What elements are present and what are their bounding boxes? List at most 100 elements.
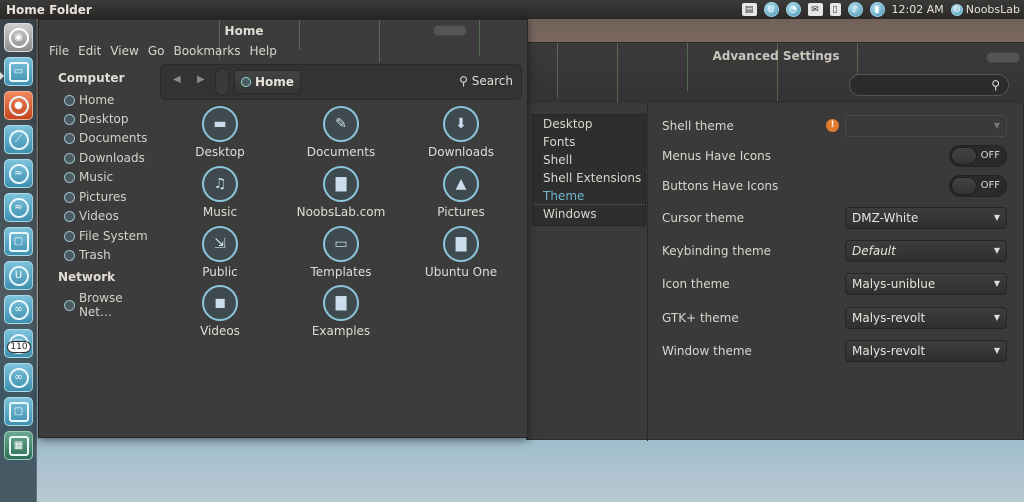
- chevron-down-icon: ▼: [993, 346, 1000, 355]
- mail-icon[interactable]: ✉: [807, 3, 823, 16]
- folder-item-documents[interactable]: ✎ Documents: [281, 106, 401, 159]
- gtk-theme-value: Malys-revolt: [852, 311, 926, 325]
- location-home-button[interactable]: Home: [234, 70, 301, 94]
- folder-name: NoobsLab.com: [296, 205, 386, 219]
- search-icon: ⚲: [991, 78, 1000, 92]
- adv-divider: [647, 103, 648, 441]
- settings-search-input[interactable]: ⚲: [849, 74, 1009, 96]
- icon-theme-dropdown[interactable]: Malys-uniblue ▼: [845, 273, 1007, 295]
- sidebar-item-label: Documents: [79, 131, 148, 145]
- window-theme-row: Window theme Malys-revolt ▼: [662, 340, 1007, 364]
- buttons-have-icons-row: Buttons Have Icons OFF: [662, 175, 1007, 199]
- window-controls[interactable]: [986, 52, 1020, 63]
- firefox-icon[interactable]: ●: [4, 91, 33, 120]
- window-theme-dropdown[interactable]: Malys-revolt ▼: [845, 340, 1007, 362]
- sidebar-item-downloads[interactable]: Downloads: [64, 151, 145, 165]
- folder-item-pictures[interactable]: ▲ Pictures: [401, 166, 521, 219]
- clock[interactable]: 12:02 AM: [892, 3, 944, 16]
- adv-sidebar-item-fonts[interactable]: Fonts: [533, 133, 645, 151]
- sidebar-item-file-system[interactable]: File System: [64, 229, 148, 243]
- folder-item-music[interactable]: ♫ Music: [160, 166, 280, 219]
- sidebar-item-desktop[interactable]: Desktop: [64, 112, 129, 126]
- menus-have-icons-toggle[interactable]: OFF: [949, 145, 1007, 167]
- network-icon[interactable]: ◔: [785, 2, 801, 17]
- adv-sidebar-item-windows[interactable]: Windows: [533, 205, 645, 223]
- user-menu[interactable]: ⏻ NoobsLab: [950, 3, 1020, 16]
- window-title: Home: [224, 24, 264, 38]
- shell-theme-dropdown[interactable]: ▼: [845, 115, 1007, 137]
- folder-name: Documents: [306, 145, 376, 159]
- app-icon-8[interactable]: ▢: [4, 397, 33, 426]
- menu-go[interactable]: Go: [148, 44, 165, 58]
- folder-name: Pictures: [437, 205, 485, 219]
- clipboard-icon[interactable]: ▯: [829, 3, 841, 16]
- back-icon[interactable]: ◀: [173, 74, 181, 85]
- cursor-theme-value: DMZ-White: [852, 211, 919, 225]
- adv-sidebar-item-theme[interactable]: Theme: [533, 187, 645, 205]
- app-icon-5[interactable]: ∞: [4, 295, 33, 324]
- search-button[interactable]: ⚲ Search: [459, 74, 513, 88]
- folder-item-examples[interactable]: ▇ Examples: [281, 285, 401, 338]
- gtk-theme-dropdown[interactable]: Malys-revolt ▼: [845, 307, 1007, 329]
- sidebar-item-trash[interactable]: Trash: [64, 248, 111, 262]
- sidebar-item-pictures[interactable]: Pictures: [64, 190, 127, 204]
- forward-icon[interactable]: ▶: [197, 74, 205, 85]
- adv-sidebar-item-shell[interactable]: Shell: [533, 151, 645, 169]
- keyboard-indicator-icon[interactable]: ▤: [741, 3, 757, 16]
- location-toolbar: ◀ ▶ Home ⚲ Search: [160, 64, 522, 100]
- app-icon-1[interactable]: ⟋: [4, 125, 33, 154]
- desktop-folder-icon: ▬: [202, 106, 238, 142]
- app-icon-2[interactable]: ≈: [4, 159, 33, 188]
- file-system-icon: [64, 230, 75, 242]
- sidebar-item-documents[interactable]: Documents: [64, 131, 147, 145]
- sidebar-item-browse-network[interactable]: Browse Net…: [64, 291, 159, 319]
- buttons-have-icons-toggle[interactable]: OFF: [949, 175, 1007, 197]
- folder-item-desktop[interactable]: ▬ Desktop: [160, 106, 280, 159]
- menu-view[interactable]: View: [110, 44, 138, 58]
- chevron-down-icon: ▼: [993, 246, 1000, 255]
- workspace-switcher-icon[interactable]: ▦: [4, 431, 33, 460]
- folder-name: Desktop: [195, 145, 245, 159]
- sound-icon[interactable]: ♪: [847, 2, 863, 17]
- app-icon-3[interactable]: ≈: [4, 193, 33, 222]
- files-icon[interactable]: ▭: [4, 57, 33, 86]
- ubuntu-one-icon[interactable]: U: [4, 261, 33, 290]
- menu-help[interactable]: Help: [250, 44, 277, 58]
- user-name: NoobsLab: [965, 3, 1020, 16]
- menu-file[interactable]: File: [49, 44, 69, 58]
- folder-name: Videos: [200, 324, 240, 338]
- adv-sidebar-item-desktop[interactable]: Desktop: [533, 115, 645, 133]
- folder-item-templates[interactable]: ▭ Templates: [281, 226, 401, 279]
- sidebar-item-music[interactable]: Music: [64, 170, 113, 184]
- window-controls[interactable]: [433, 25, 467, 36]
- app-icon-7[interactable]: ∞: [4, 363, 33, 392]
- shell-theme-label: Shell theme: [662, 119, 734, 133]
- sidebar-item-label: Home: [79, 93, 115, 107]
- sidebar-item-label: Desktop: [79, 112, 129, 126]
- section-title-network: Network: [58, 270, 116, 284]
- path-bar-toggle[interactable]: [215, 68, 229, 96]
- dash-home-icon[interactable]: ◉: [4, 23, 33, 52]
- app-icon-4[interactable]: ▢: [4, 227, 33, 256]
- folder-item-noobslab[interactable]: ▇ NoobsLab.com: [281, 166, 401, 219]
- sidebar-item-home[interactable]: Home: [64, 93, 114, 107]
- battery-icon[interactable]: ▮: [869, 2, 885, 17]
- keybinding-theme-dropdown[interactable]: Default ▼: [845, 240, 1007, 262]
- music-folder-icon: ♫: [202, 166, 238, 202]
- home-icon: [64, 94, 75, 106]
- cursor-theme-dropdown[interactable]: DMZ-White ▼: [845, 207, 1007, 229]
- folder-item-videos[interactable]: ◼ Videos: [160, 285, 280, 338]
- adv-sidebar-item-shell-extensions[interactable]: Shell Extensions: [533, 169, 645, 187]
- folder-item-public[interactable]: ⇲ Public: [160, 226, 280, 279]
- menu-edit[interactable]: Edit: [78, 44, 101, 58]
- cursor-theme-row: Cursor theme DMZ-White ▼: [662, 207, 1007, 231]
- folder-item-ubuntu-one[interactable]: ▇ Ubuntu One: [401, 226, 521, 279]
- indicator-area: ▤ U ◔ ✉ ▯ ♪ ▮ 12:02 AM ⏻ NoobsLab: [741, 0, 1020, 19]
- gtk-theme-row: GTK+ theme Malys-revolt ▼: [662, 307, 1007, 331]
- keybinding-theme-value: Default: [852, 244, 896, 258]
- menu-bookmarks[interactable]: Bookmarks: [173, 44, 240, 58]
- chevron-down-icon: ▼: [993, 121, 1000, 130]
- sidebar-item-videos[interactable]: Videos: [64, 209, 119, 223]
- folder-item-downloads[interactable]: ⬇ Downloads: [401, 106, 521, 159]
- ubuntu-one-icon[interactable]: U: [763, 2, 779, 17]
